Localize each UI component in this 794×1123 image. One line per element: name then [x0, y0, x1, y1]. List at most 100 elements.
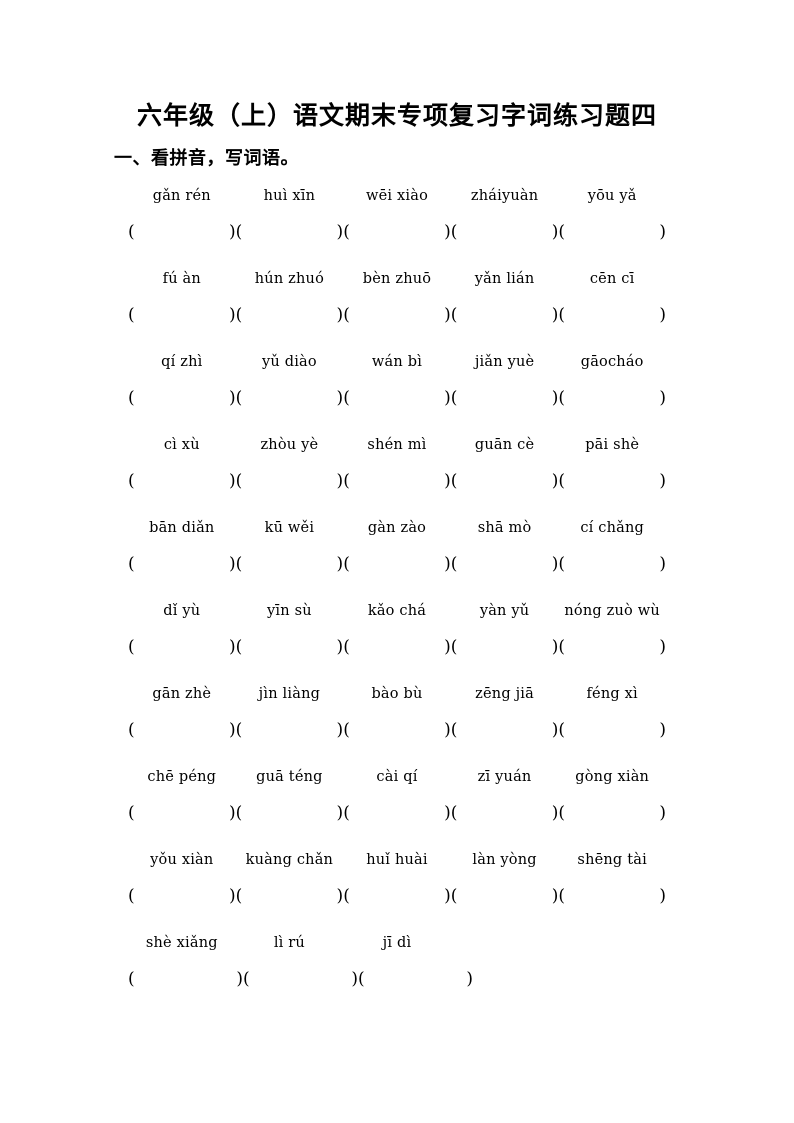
- answer-blank[interactable]: (): [343, 465, 451, 497]
- paren-open: (: [343, 886, 350, 906]
- answer-blank[interactable]: (): [343, 216, 451, 248]
- pinyin-row: shè xiǎng lì rú jī dì: [128, 930, 666, 960]
- answer-blank[interactable]: (): [236, 216, 344, 248]
- answer-blank[interactable]: (): [128, 631, 236, 663]
- answer-blank[interactable]: (): [451, 548, 559, 580]
- pinyin-row: bān diǎn kū wěi gàn zào shā mò cí chǎng: [128, 515, 666, 545]
- answer-blank[interactable]: (): [236, 299, 344, 331]
- pinyin-label: jī dì: [382, 935, 412, 951]
- pinyin-label: cēn cī: [589, 271, 635, 287]
- paren-close: ): [551, 803, 559, 823]
- answer-blank[interactable]: (): [558, 216, 666, 248]
- pinyin-label: guā téng: [256, 769, 323, 785]
- section-heading-1: 一、看拼音，写词语。: [114, 148, 299, 168]
- answer-blank[interactable]: (): [558, 880, 666, 912]
- answer-blank[interactable]: (): [343, 880, 451, 912]
- paren-close: ): [228, 471, 236, 491]
- answer-blank[interactable]: (): [451, 631, 559, 663]
- paren-open: (: [558, 305, 566, 325]
- answer-blank[interactable]: (): [128, 797, 236, 829]
- pinyin-block: qí zhì yǔ diào wán bì jiǎn yuè gāocháo()()()…: [0, 349, 794, 432]
- pinyin-label: guān cè: [474, 437, 535, 453]
- answer-blank[interactable]: (): [236, 880, 344, 912]
- pinyin-row: fú àn hún zhuó bèn zhuō yǎn lián cēn cī: [128, 266, 666, 296]
- answer-blank[interactable]: (): [343, 299, 451, 331]
- paren-open: (: [128, 969, 135, 989]
- pinyin-label: cí chǎng: [580, 520, 645, 536]
- paren-open: (: [558, 637, 566, 657]
- answer-blank[interactable]: (): [558, 797, 666, 829]
- answer-blank[interactable]: (): [128, 465, 236, 497]
- paren-open: (: [235, 222, 243, 242]
- answer-paren-row: ()()()()(): [128, 299, 666, 331]
- paren-close: ): [551, 554, 559, 574]
- pinyin-label: gāocháo: [580, 354, 644, 370]
- answer-blank[interactable]: (): [451, 880, 559, 912]
- paren-close: ): [228, 886, 236, 906]
- pinyin-row: chē péng guā téng cài qí zī yuán gòng xiàn: [128, 764, 666, 794]
- paren-close: ): [551, 222, 559, 242]
- answer-blank[interactable]: (): [343, 631, 451, 663]
- paren-open: (: [235, 886, 243, 906]
- pinyin-row: qí zhì yǔ diào wán bì jiǎn yuè gāocháo: [128, 349, 666, 379]
- answer-blank[interactable]: (): [451, 299, 559, 331]
- pinyin-label: wán bì: [371, 354, 423, 370]
- paren-open: (: [558, 388, 566, 408]
- answer-blank[interactable]: (): [451, 465, 559, 497]
- paren-open: (: [450, 886, 458, 906]
- answer-blank[interactable]: (): [358, 963, 473, 995]
- answer-paren-row: ()()(): [128, 963, 666, 995]
- answer-blank[interactable]: (): [451, 216, 559, 248]
- answer-blank[interactable]: (): [343, 714, 451, 746]
- answer-blank[interactable]: (): [558, 631, 666, 663]
- paren-open: (: [128, 388, 135, 408]
- pinyin-label: qí zhì: [161, 354, 203, 370]
- answer-blank[interactable]: (): [451, 714, 559, 746]
- answer-paren-row: ()()()()(): [128, 216, 666, 248]
- answer-blank[interactable]: (): [128, 714, 236, 746]
- paren-open: (: [450, 471, 458, 491]
- answer-blank[interactable]: (): [236, 797, 344, 829]
- paren-close: ): [336, 637, 344, 657]
- paren-close: ): [336, 388, 344, 408]
- pinyin-label: zēng jiā: [475, 686, 534, 702]
- pinyin-block: yǒu xiàn kuàng chǎn huǐ huài làn yòng shēng …: [0, 847, 794, 930]
- paren-open: (: [450, 637, 458, 657]
- answer-blank[interactable]: (): [128, 963, 243, 995]
- answer-blank[interactable]: (): [243, 963, 358, 995]
- answer-blank[interactable]: (): [451, 797, 559, 829]
- pinyin-label: zhòu yè: [260, 437, 319, 453]
- answer-blank[interactable]: (): [451, 382, 559, 414]
- answer-blank[interactable]: (): [128, 216, 236, 248]
- paren-close: ): [228, 637, 236, 657]
- pinyin-block: fú àn hún zhuó bèn zhuō yǎn lián cēn cī()()(…: [0, 266, 794, 349]
- paren-close: ): [444, 637, 451, 657]
- answer-blank[interactable]: (): [558, 465, 666, 497]
- answer-blank[interactable]: (): [128, 382, 236, 414]
- answer-blank[interactable]: (): [558, 299, 666, 331]
- answer-blank[interactable]: (): [128, 548, 236, 580]
- answer-blank[interactable]: (): [343, 382, 451, 414]
- answer-blank[interactable]: (): [558, 548, 666, 580]
- answer-blank[interactable]: (): [558, 382, 666, 414]
- answer-blank[interactable]: (): [343, 797, 451, 829]
- answer-blank[interactable]: (): [236, 714, 344, 746]
- answer-blank[interactable]: (): [236, 548, 344, 580]
- pinyin-row: cì xù zhòu yè shén mì guān cè pāi shè: [128, 432, 666, 462]
- pinyin-label: jìn liàng: [258, 686, 321, 702]
- answer-blank[interactable]: (): [236, 631, 344, 663]
- pinyin-label: wēi xiào: [365, 188, 428, 204]
- pinyin-label: shā mò: [477, 520, 532, 536]
- answer-blank[interactable]: (): [343, 548, 451, 580]
- answer-blank[interactable]: (): [236, 382, 344, 414]
- answer-blank[interactable]: (): [128, 880, 236, 912]
- pinyin-label: kǎo chá: [367, 603, 427, 619]
- answer-blank[interactable]: (): [558, 714, 666, 746]
- pinyin-label: huǐ huài: [366, 852, 428, 868]
- paren-close: ): [228, 222, 236, 242]
- pinyin-label: shè xiǎng: [145, 935, 218, 951]
- answer-blank[interactable]: (): [236, 465, 344, 497]
- paren-close: ): [236, 969, 243, 989]
- paren-close: ): [336, 222, 344, 242]
- answer-blank[interactable]: (): [128, 299, 236, 331]
